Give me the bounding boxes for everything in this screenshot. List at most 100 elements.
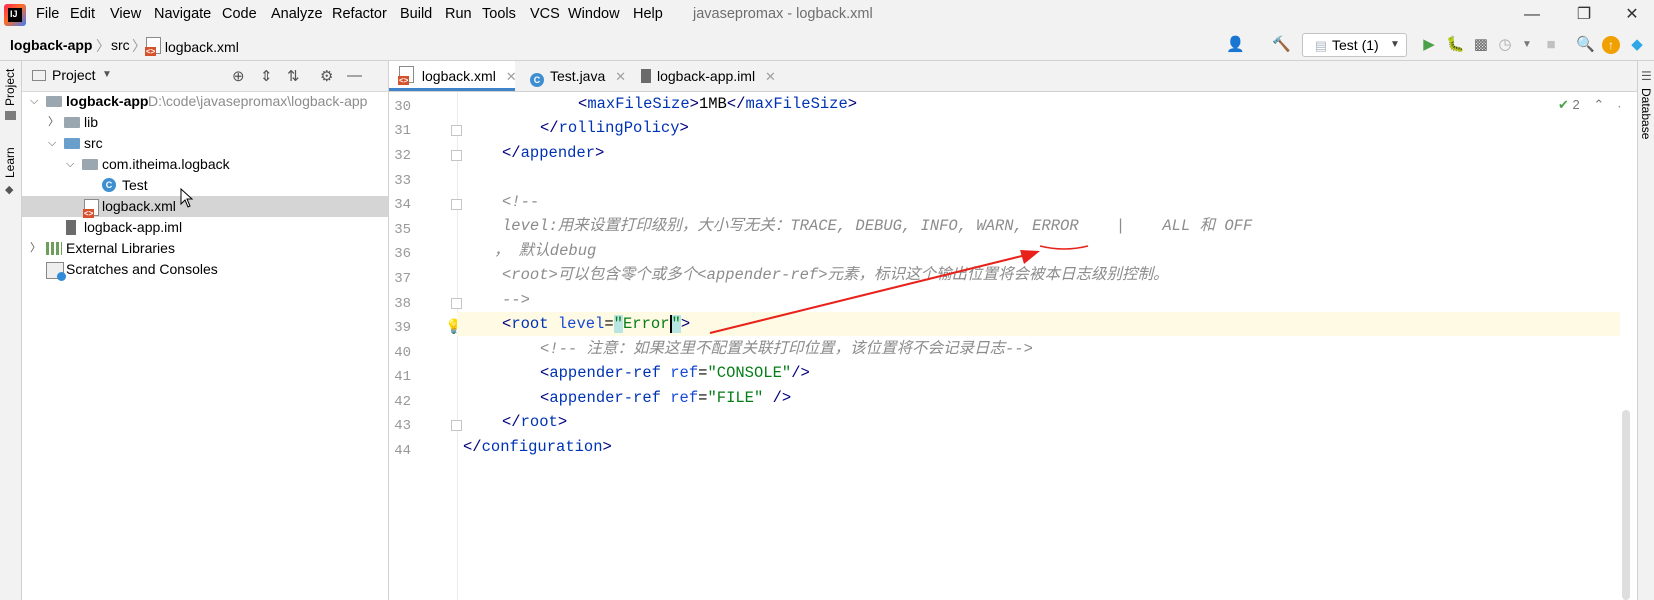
editor-tab-bar: logback.xml ✕ C Test.java ✕ logback-app.i… [389, 61, 1637, 92]
restore-icon[interactable]: ❐ [1564, 2, 1604, 28]
hide-icon[interactable]: — [347, 67, 362, 84]
chevron-down-icon[interactable]: ⌵ [30, 91, 38, 112]
run-icon[interactable]: ▶ [1420, 36, 1438, 54]
collapse-all-icon[interactable]: ⇅ [287, 67, 300, 85]
chevron-right-icon[interactable]: 〉 [30, 238, 41, 259]
project-tool-window-label[interactable]: Project [3, 69, 17, 106]
debug-icon[interactable]: 🐛 [1446, 36, 1465, 54]
tree-item-package[interactable]: ⌵ com.itheima.logback [22, 154, 388, 175]
line-number: 40 [394, 345, 411, 361]
line-number: 35 [394, 222, 411, 238]
profile-icon[interactable]: ◷ [1496, 36, 1514, 54]
breadcrumb-file[interactable]: logback.xml [145, 37, 239, 56]
code-line-38: --> [502, 291, 530, 309]
tree-item-iml[interactable]: logback-app.iml [22, 217, 388, 238]
code-editor[interactable]: <maxFileSize>1MB</maxFileSize> </rolling… [457, 92, 1635, 600]
run-config-icon: ▤ [1314, 38, 1328, 53]
tree-item-label: Scratches and Consoles [66, 261, 218, 277]
menu-navigate[interactable]: Navigate [154, 6, 211, 22]
chevron-down-icon[interactable]: ▼ [1386, 36, 1404, 54]
tab-logback-xml[interactable]: logback.xml ✕ [389, 61, 517, 91]
code-line-44: </configuration> [463, 438, 612, 456]
intellij-logo-icon[interactable]: IJ [4, 4, 26, 26]
tree-item-label: logback.xml [102, 198, 176, 214]
tree-item-test-class[interactable]: C Test [22, 175, 388, 196]
expand-all-icon[interactable]: ⇕ [260, 67, 273, 85]
tab-test-java[interactable]: C Test.java ✕ [530, 61, 626, 91]
menu-vcs[interactable]: VCS [530, 6, 560, 22]
tree-item-label: logback-app [66, 93, 149, 109]
search-icon[interactable]: 🔍 [1576, 36, 1595, 54]
right-tool-strip: ☰ Database [1637, 61, 1654, 600]
code-line-40: <!-- 注意：如果这里不配置关联打印位置，该位置将不会记录日志--> [540, 340, 1033, 358]
menu-code[interactable]: Code [222, 6, 257, 22]
update-icon[interactable]: ↑ [1602, 36, 1620, 54]
learn-icon: ◆ [5, 184, 14, 196]
breadcrumb-project[interactable]: logback-app [10, 37, 92, 53]
chevron-down-icon[interactable]: ▼ [102, 69, 112, 80]
tree-item-logback-app[interactable]: ⌵ logback-app D:\code\javasepromax\logba… [22, 91, 388, 112]
checkmark-icon: ✔ [1558, 97, 1569, 112]
menu-view[interactable]: View [110, 6, 141, 22]
chevron-down-icon[interactable]: ⌵ [66, 154, 74, 175]
menu-build[interactable]: Build [400, 6, 432, 22]
learn-tool-window-label[interactable]: Learn [3, 147, 17, 178]
tree-item-logback-xml[interactable]: logback.xml [22, 196, 388, 218]
more-run-icon[interactable]: ▼ [1518, 36, 1536, 54]
breadcrumb-src[interactable]: src [111, 37, 130, 53]
tree-item-label: Test [122, 177, 148, 193]
library-icon [46, 242, 62, 255]
jetbrains-toolbox-icon[interactable]: ◆ [1628, 36, 1646, 54]
chevron-up-icon[interactable]: ⌃ [1593, 97, 1604, 112]
iml-file-icon [66, 220, 76, 235]
left-tool-strip: Project Learn ◆ [0, 61, 22, 600]
tab-label: Test.java [550, 68, 606, 84]
package-icon [82, 159, 98, 170]
menu-window[interactable]: Window [568, 6, 620, 22]
menu-file[interactable]: File [36, 6, 59, 22]
close-icon[interactable]: ✕ [615, 69, 626, 84]
user-icon[interactable]: 👤 [1226, 36, 1245, 54]
locate-icon[interactable]: ⊕ [232, 67, 245, 85]
tree-item-label: com.itheima.logback [102, 156, 230, 172]
tree-item-scratches[interactable]: Scratches and Consoles [22, 259, 388, 281]
gear-icon[interactable]: ⚙ [320, 67, 333, 85]
project-panel-title[interactable]: Project [52, 67, 96, 83]
chevron-right-icon[interactable]: 〉 [48, 112, 59, 133]
scratches-icon [46, 262, 66, 281]
breadcrumb-separator-icon: 〉 [96, 38, 110, 54]
project-panel-header: Project ▼ ⊕ ⇕ ⇅ ⚙ — [22, 61, 388, 92]
close-icon[interactable]: ✕ [765, 69, 776, 84]
module-folder-icon [46, 96, 62, 107]
tab-logback-app-iml[interactable]: logback-app.iml ✕ [641, 61, 776, 91]
chevron-down-icon[interactable]: ⌵ [48, 133, 56, 154]
menu-edit[interactable]: Edit [70, 6, 95, 22]
iml-file-icon [641, 69, 651, 83]
build-hammer-icon[interactable]: 🔨 [1272, 36, 1291, 54]
line-number: 31 [394, 123, 411, 139]
tree-item-src[interactable]: ⌵ src [22, 133, 388, 154]
stop-icon[interactable]: ■ [1542, 36, 1560, 54]
menu-help[interactable]: Help [633, 6, 663, 22]
menu-analyze[interactable]: Analyze [271, 6, 323, 22]
editor-gutter: 30 31 32 33 34 35 36 37 38 39 40 41 42 4… [389, 92, 462, 600]
inspection-widget[interactable]: ✔ 2 ⌃ ⌄ [1558, 97, 1627, 113]
tree-item-lib[interactable]: 〉 lib [22, 112, 388, 133]
menu-run[interactable]: Run [445, 6, 472, 22]
close-icon[interactable]: ✕ [1612, 2, 1652, 28]
folder-icon [5, 111, 16, 120]
line-number: 36 [394, 246, 411, 262]
close-icon[interactable]: ✕ [506, 69, 517, 84]
database-tool-window-label[interactable]: Database [1639, 88, 1653, 139]
source-folder-icon [64, 138, 80, 149]
code-line-37: <root>可以包含零个或多个<appender-ref>元素，标识这个输出位置… [502, 266, 1169, 284]
minimize-icon[interactable]: — [1512, 2, 1552, 28]
tree-item-label: External Libraries [66, 240, 175, 256]
tree-item-external-libraries[interactable]: 〉 External Libraries [22, 238, 388, 259]
java-class-icon: C [102, 178, 116, 192]
menu-tools[interactable]: Tools [482, 6, 516, 22]
menu-refactor[interactable]: Refactor [332, 6, 387, 22]
coverage-icon[interactable]: ▩ [1472, 36, 1490, 54]
editor-scrollbar-thumb[interactable] [1622, 410, 1630, 600]
code-line-43: </root> [502, 413, 568, 431]
